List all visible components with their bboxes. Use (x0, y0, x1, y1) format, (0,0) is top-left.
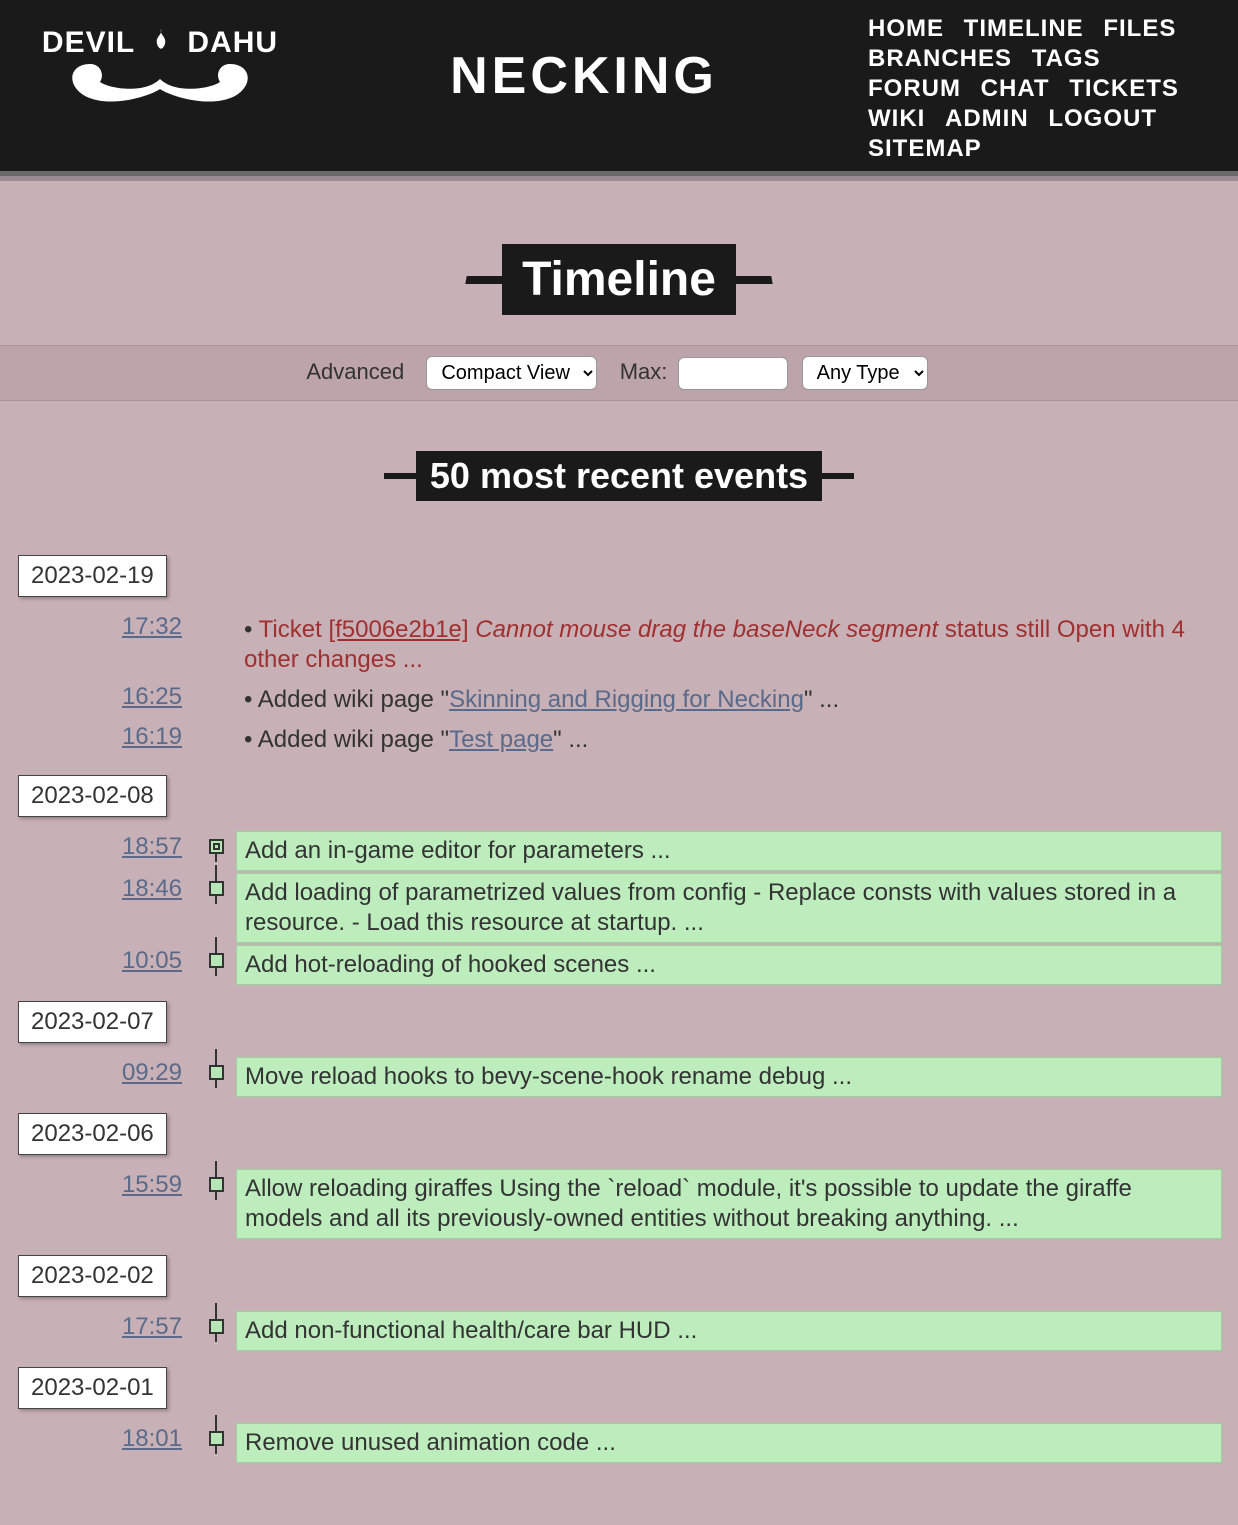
timeline-time-link[interactable]: 10:05 (122, 947, 182, 974)
timeline-row: 18:46 Add loading of parametrized values … (16, 873, 1222, 943)
type-filter-select[interactable]: Any Type (802, 356, 928, 390)
timeline-row: 10:05 Add hot-reloading of hooked scenes … (16, 945, 1222, 985)
timeline-graph-cell (196, 1169, 236, 1192)
timeline-list: 2023-02-19 17:32 • Ticket [f5006e2b1e] Can… (0, 541, 1238, 1525)
timeline-entry[interactable]: Add loading of parametrized values from … (236, 873, 1222, 943)
timeline-row: 17:57 Add non-functional health/care bar … (16, 1311, 1222, 1351)
commit-node-icon[interactable] (209, 1319, 224, 1334)
timeline-time-link[interactable]: 16:25 (122, 683, 182, 710)
date-divider[interactable]: 2023-02-07 (18, 1001, 167, 1043)
date-divider[interactable]: 2023-02-01 (18, 1367, 167, 1409)
timeline-row: 18:57 Add an in-game editor for parameter… (16, 831, 1222, 871)
nav-link-timeline[interactable]: TIMELINE (964, 14, 1084, 44)
commit-node-icon[interactable] (209, 1177, 224, 1192)
commit-node-icon[interactable] (209, 1431, 224, 1446)
timeline-row: 15:59 Allow reloading giraffes Using the … (16, 1169, 1222, 1239)
timeline-row: 18:01 Remove unused animation code ... (16, 1423, 1222, 1463)
max-label: Max: (620, 359, 668, 384)
advanced-link[interactable]: Advanced (306, 359, 404, 384)
timeline-entry[interactable]: • Added wiki page "Skinning and Rigging … (236, 681, 1222, 719)
timeline-graph-cell (196, 1423, 236, 1446)
view-mode-select[interactable]: Compact View (426, 356, 597, 390)
timeline-entry[interactable]: • Added wiki page "Test page" ... (236, 721, 1222, 759)
commit-node-icon[interactable] (209, 839, 224, 854)
ticket-hash-link[interactable]: [f5006e2b1e] (328, 616, 468, 643)
page-title-wrap: Timeline (0, 244, 1238, 315)
commit-node-icon[interactable] (209, 1065, 224, 1080)
timeline-time-link[interactable]: 17:32 (122, 613, 182, 640)
site-header: DEVIL DAHU NECKING HOME TIMELINE FILES B… (0, 0, 1238, 164)
timeline-time-link[interactable]: 18:46 (122, 875, 182, 902)
page-title: Timeline (502, 244, 736, 315)
date-divider[interactable]: 2023-02-06 (18, 1113, 167, 1155)
timeline-row: 17:32 • Ticket [f5006e2b1e] Cannot mouse … (16, 611, 1222, 679)
timeline-row: 09:29 Move reload hooks to bevy-scene-hoo… (16, 1057, 1222, 1097)
date-divider[interactable]: 2023-02-19 (18, 555, 167, 597)
project-title[interactable]: NECKING (300, 10, 868, 106)
wiki-page-link[interactable]: Test page (449, 726, 553, 753)
timeline-controls: Advanced Compact View Max: Any Type (0, 345, 1238, 401)
timeline-entry[interactable]: Remove unused animation code ... (236, 1423, 1222, 1463)
logo-swish-icon (60, 54, 260, 104)
timeline-graph-cell (196, 611, 236, 619)
main-nav: HOME TIMELINE FILES BRANCHES TAGS FORUM … (868, 10, 1218, 164)
timeline-graph-cell (196, 1057, 236, 1080)
nav-link-admin[interactable]: ADMIN (945, 104, 1029, 134)
timeline-graph-cell (196, 1311, 236, 1334)
nav-link-logout[interactable]: LOGOUT (1048, 104, 1157, 134)
timeline-time-link[interactable]: 09:29 (122, 1059, 182, 1086)
nav-link-branches[interactable]: BRANCHES (868, 44, 1012, 74)
timeline-entry[interactable]: Allow reloading giraffes Using the `relo… (236, 1169, 1222, 1239)
nav-link-wiki[interactable]: WIKI (868, 104, 925, 134)
nav-link-tickets[interactable]: TICKETS (1069, 74, 1179, 104)
timeline-entry[interactable]: Move reload hooks to bevy-scene-hook ren… (236, 1057, 1222, 1097)
nav-link-home[interactable]: HOME (868, 14, 944, 44)
date-divider[interactable]: 2023-02-08 (18, 775, 167, 817)
timeline-graph-cell (196, 873, 236, 896)
timeline-time-link[interactable]: 18:01 (122, 1425, 182, 1452)
nav-link-tags[interactable]: TAGS (1032, 44, 1101, 74)
timeline-time-link[interactable]: 15:59 (122, 1171, 182, 1198)
nav-link-sitemap[interactable]: SITEMAP (868, 134, 982, 164)
torn-edge-decoration (0, 164, 1238, 184)
nav-link-forum[interactable]: FORUM (868, 74, 961, 104)
nav-link-chat[interactable]: CHAT (981, 74, 1050, 104)
timeline-graph-cell (196, 945, 236, 968)
timeline-time-link[interactable]: 18:57 (122, 833, 182, 860)
timeline-entry[interactable]: Add non-functional health/care bar HUD .… (236, 1311, 1222, 1351)
commit-node-icon[interactable] (209, 881, 224, 896)
timeline-graph-cell (196, 721, 236, 729)
timeline-entry[interactable]: Add hot-reloading of hooked scenes ... (236, 945, 1222, 985)
timeline-row: 16:19 • Added wiki page "Test page" ... (16, 721, 1222, 759)
commit-node-icon[interactable] (209, 953, 224, 968)
subheader-wrap: 50 most recent events (0, 451, 1238, 501)
date-divider[interactable]: 2023-02-02 (18, 1255, 167, 1297)
timeline-entry[interactable]: • Ticket [f5006e2b1e] Cannot mouse drag … (236, 611, 1222, 679)
timeline-graph-cell (196, 831, 236, 854)
timeline-time-link[interactable]: 16:19 (122, 723, 182, 750)
site-logo[interactable]: DEVIL DAHU (20, 10, 300, 110)
max-input[interactable] (678, 357, 788, 390)
timeline-row: 16:25 • Added wiki page "Skinning and Rig… (16, 681, 1222, 719)
wiki-page-link[interactable]: Skinning and Rigging for Necking (449, 686, 804, 713)
timeline-graph-cell (196, 681, 236, 689)
subheader: 50 most recent events (416, 451, 822, 501)
timeline-time-link[interactable]: 17:57 (122, 1313, 182, 1340)
nav-link-files[interactable]: FILES (1103, 14, 1176, 44)
timeline-entry[interactable]: Add an in-game editor for parameters ... (236, 831, 1222, 871)
